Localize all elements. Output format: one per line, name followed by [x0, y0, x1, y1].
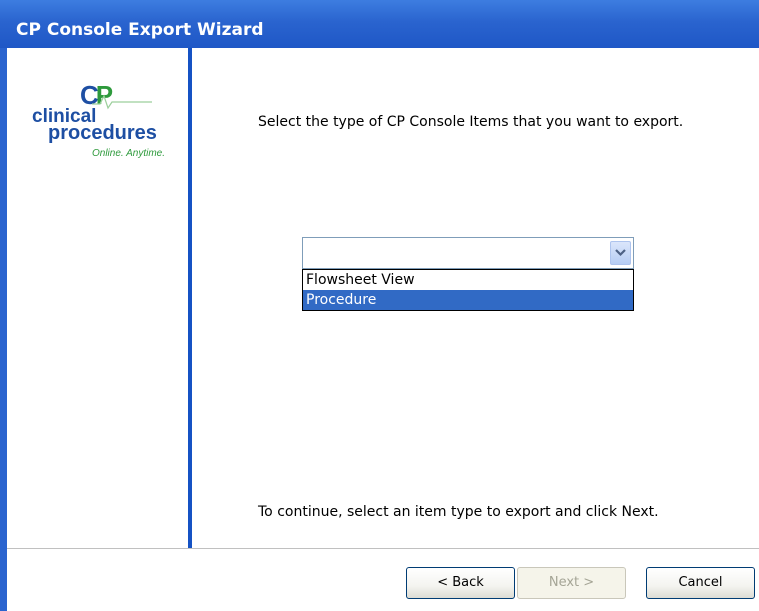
option-flowsheet-view[interactable]: Flowsheet View: [303, 270, 633, 290]
title-bar[interactable]: CP Console Export Wizard: [0, 0, 759, 48]
item-type-combobox[interactable]: [302, 237, 634, 269]
item-type-dropdown-list[interactable]: Flowsheet View Procedure: [302, 269, 634, 311]
window-title: CP Console Export Wizard: [16, 20, 264, 40]
instruction-text: Select the type of CP Console Items that…: [258, 114, 684, 130]
logo-line2: procedures: [48, 122, 157, 144]
back-button[interactable]: < Back: [406, 567, 515, 599]
window-left-border: [0, 48, 7, 611]
next-button[interactable]: Next >: [517, 567, 626, 599]
clinical-procedures-logo: CP clinical procedures Online. Anytime.: [32, 80, 177, 165]
logo-tagline: Online. Anytime.: [92, 148, 165, 159]
chevron-down-icon: [615, 249, 626, 257]
dropdown-button[interactable]: [610, 241, 631, 265]
sidebar-divider: [188, 48, 192, 548]
cancel-button[interactable]: Cancel: [646, 567, 755, 599]
heartbeat-icon: [92, 94, 152, 110]
continue-hint-text: To continue, select an item type to expo…: [258, 504, 659, 520]
option-procedure[interactable]: Procedure: [303, 290, 633, 310]
